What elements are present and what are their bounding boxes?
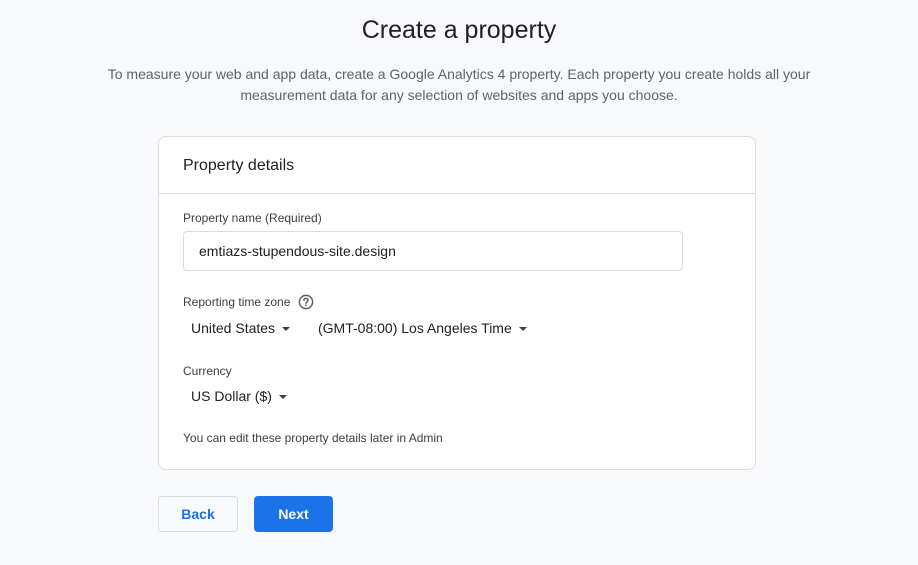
back-button[interactable]: Back <box>158 496 238 532</box>
property-name-label: Property name (Required) <box>183 211 322 225</box>
currency-label: Currency <box>183 364 232 378</box>
caret-down-icon <box>282 326 291 331</box>
page-title: Create a property <box>361 16 557 44</box>
currency-select[interactable]: US Dollar ($) <box>191 388 287 404</box>
card-header: Property details <box>159 137 755 194</box>
card-title: Property details <box>183 156 295 174</box>
property-name-input[interactable] <box>183 231 683 271</box>
edit-later-hint: You can edit these property details late… <box>183 431 443 445</box>
caret-down-icon <box>518 326 527 331</box>
time-zone-label: Reporting time zone <box>183 295 291 309</box>
page-description: To measure your web and app data, create… <box>107 66 811 103</box>
country-select[interactable]: United States <box>191 320 291 336</box>
currency-select-value: US Dollar ($) <box>191 388 272 404</box>
time-zone-select-value: (GMT-08:00) Los Angeles Time <box>318 320 512 336</box>
time-zone-label-row: Reporting time zone <box>183 294 314 310</box>
next-button[interactable]: Next <box>254 496 333 532</box>
caret-down-icon <box>278 394 287 399</box>
property-details-card: Property details Property name (Required… <box>158 136 756 470</box>
help-circle-icon[interactable] <box>298 294 314 310</box>
country-select-value: United States <box>191 320 276 336</box>
time-zone-select[interactable]: (GMT-08:00) Los Angeles Time <box>318 320 527 336</box>
